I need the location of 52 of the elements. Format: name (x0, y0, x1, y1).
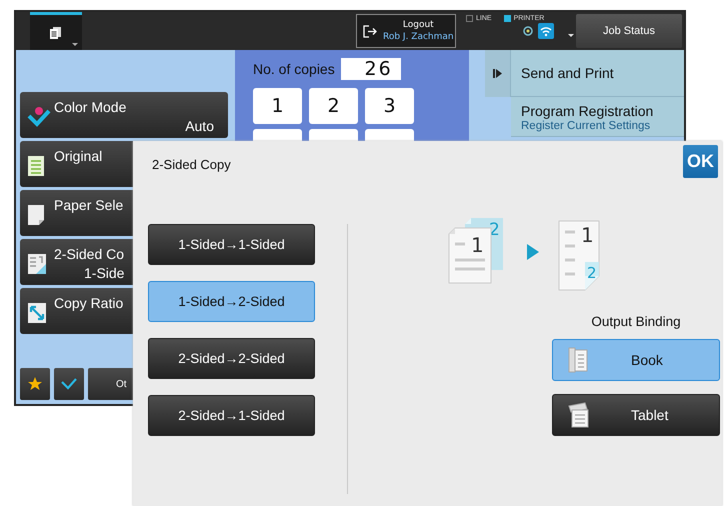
duplex-mode-button[interactable]: 2-Sided→1-Sided (148, 395, 315, 436)
binding-option-button[interactable]: Tablet (552, 394, 720, 436)
function-label: Color Mode (54, 98, 126, 117)
paper-icon (27, 204, 45, 226)
job-status-button[interactable]: Job Status (576, 14, 682, 48)
function-label: Copy Ratio (54, 294, 124, 313)
favorite-button[interactable] (20, 368, 50, 400)
duplex-mode-button[interactable]: 2-Sided→2-Sided (148, 338, 315, 379)
caret-icon (72, 43, 78, 46)
function-label: Paper Sele (54, 196, 124, 215)
page-number: 1 (471, 233, 484, 257)
function-value: 1-Side (83, 264, 126, 283)
menu-item[interactable]: Send and Print (511, 50, 684, 97)
expand-tab[interactable] (485, 50, 511, 97)
binding-option-button[interactable]: Book (552, 339, 720, 381)
copies-label: No. of copies (253, 61, 335, 77)
resize-icon (27, 302, 47, 324)
dialog-title: 2-Sided Copy (152, 157, 231, 172)
checkmark-icon (61, 378, 77, 390)
keypad-key[interactable]: 1 (253, 88, 302, 124)
output-binding-label: Output Binding (591, 314, 681, 329)
network-icon (522, 25, 534, 37)
page-number: 1 (581, 223, 594, 247)
duplex-mode-button[interactable]: 1-Sided→1-Sided (148, 224, 315, 265)
duplex-icon (27, 253, 47, 275)
function-button[interactable]: Color Mode Auto (20, 92, 228, 138)
check-button[interactable] (54, 368, 84, 400)
function-label: 2-Sided Co (54, 245, 124, 264)
star-icon (27, 376, 43, 392)
menu-item-subtitle: Register Current Settings (521, 120, 652, 132)
duplex-mode-button[interactable]: 1-Sided→2-Sided (148, 281, 315, 322)
keypad-key[interactable]: 2 (309, 88, 358, 124)
menu-item-title: Program Registration (521, 103, 654, 119)
book-icon (567, 347, 589, 373)
keypad-key[interactable]: 3 (365, 88, 414, 124)
document-icon (27, 155, 45, 177)
documents-icon (49, 26, 63, 40)
logout-icon (363, 24, 377, 38)
wifi-icon (538, 23, 554, 39)
user-name: Rob J. Zachman (383, 31, 454, 43)
home-tab[interactable] (30, 12, 82, 50)
function-value: Auto (185, 117, 215, 136)
expand-icon (493, 69, 502, 78)
function-label: Original (54, 147, 102, 166)
logout-button[interactable]: Logout Rob J. Zachman (356, 14, 456, 48)
ok-button[interactable]: OK (683, 145, 718, 178)
color-mode-icon (27, 106, 51, 128)
copies-field[interactable]: 26 (340, 58, 401, 80)
logout-label: Logout (402, 19, 434, 31)
page-number: 2 (587, 264, 597, 282)
menu-item-title: Send and Print (521, 65, 615, 81)
menu-item[interactable]: Program Registration Register Current Settings (511, 97, 684, 137)
